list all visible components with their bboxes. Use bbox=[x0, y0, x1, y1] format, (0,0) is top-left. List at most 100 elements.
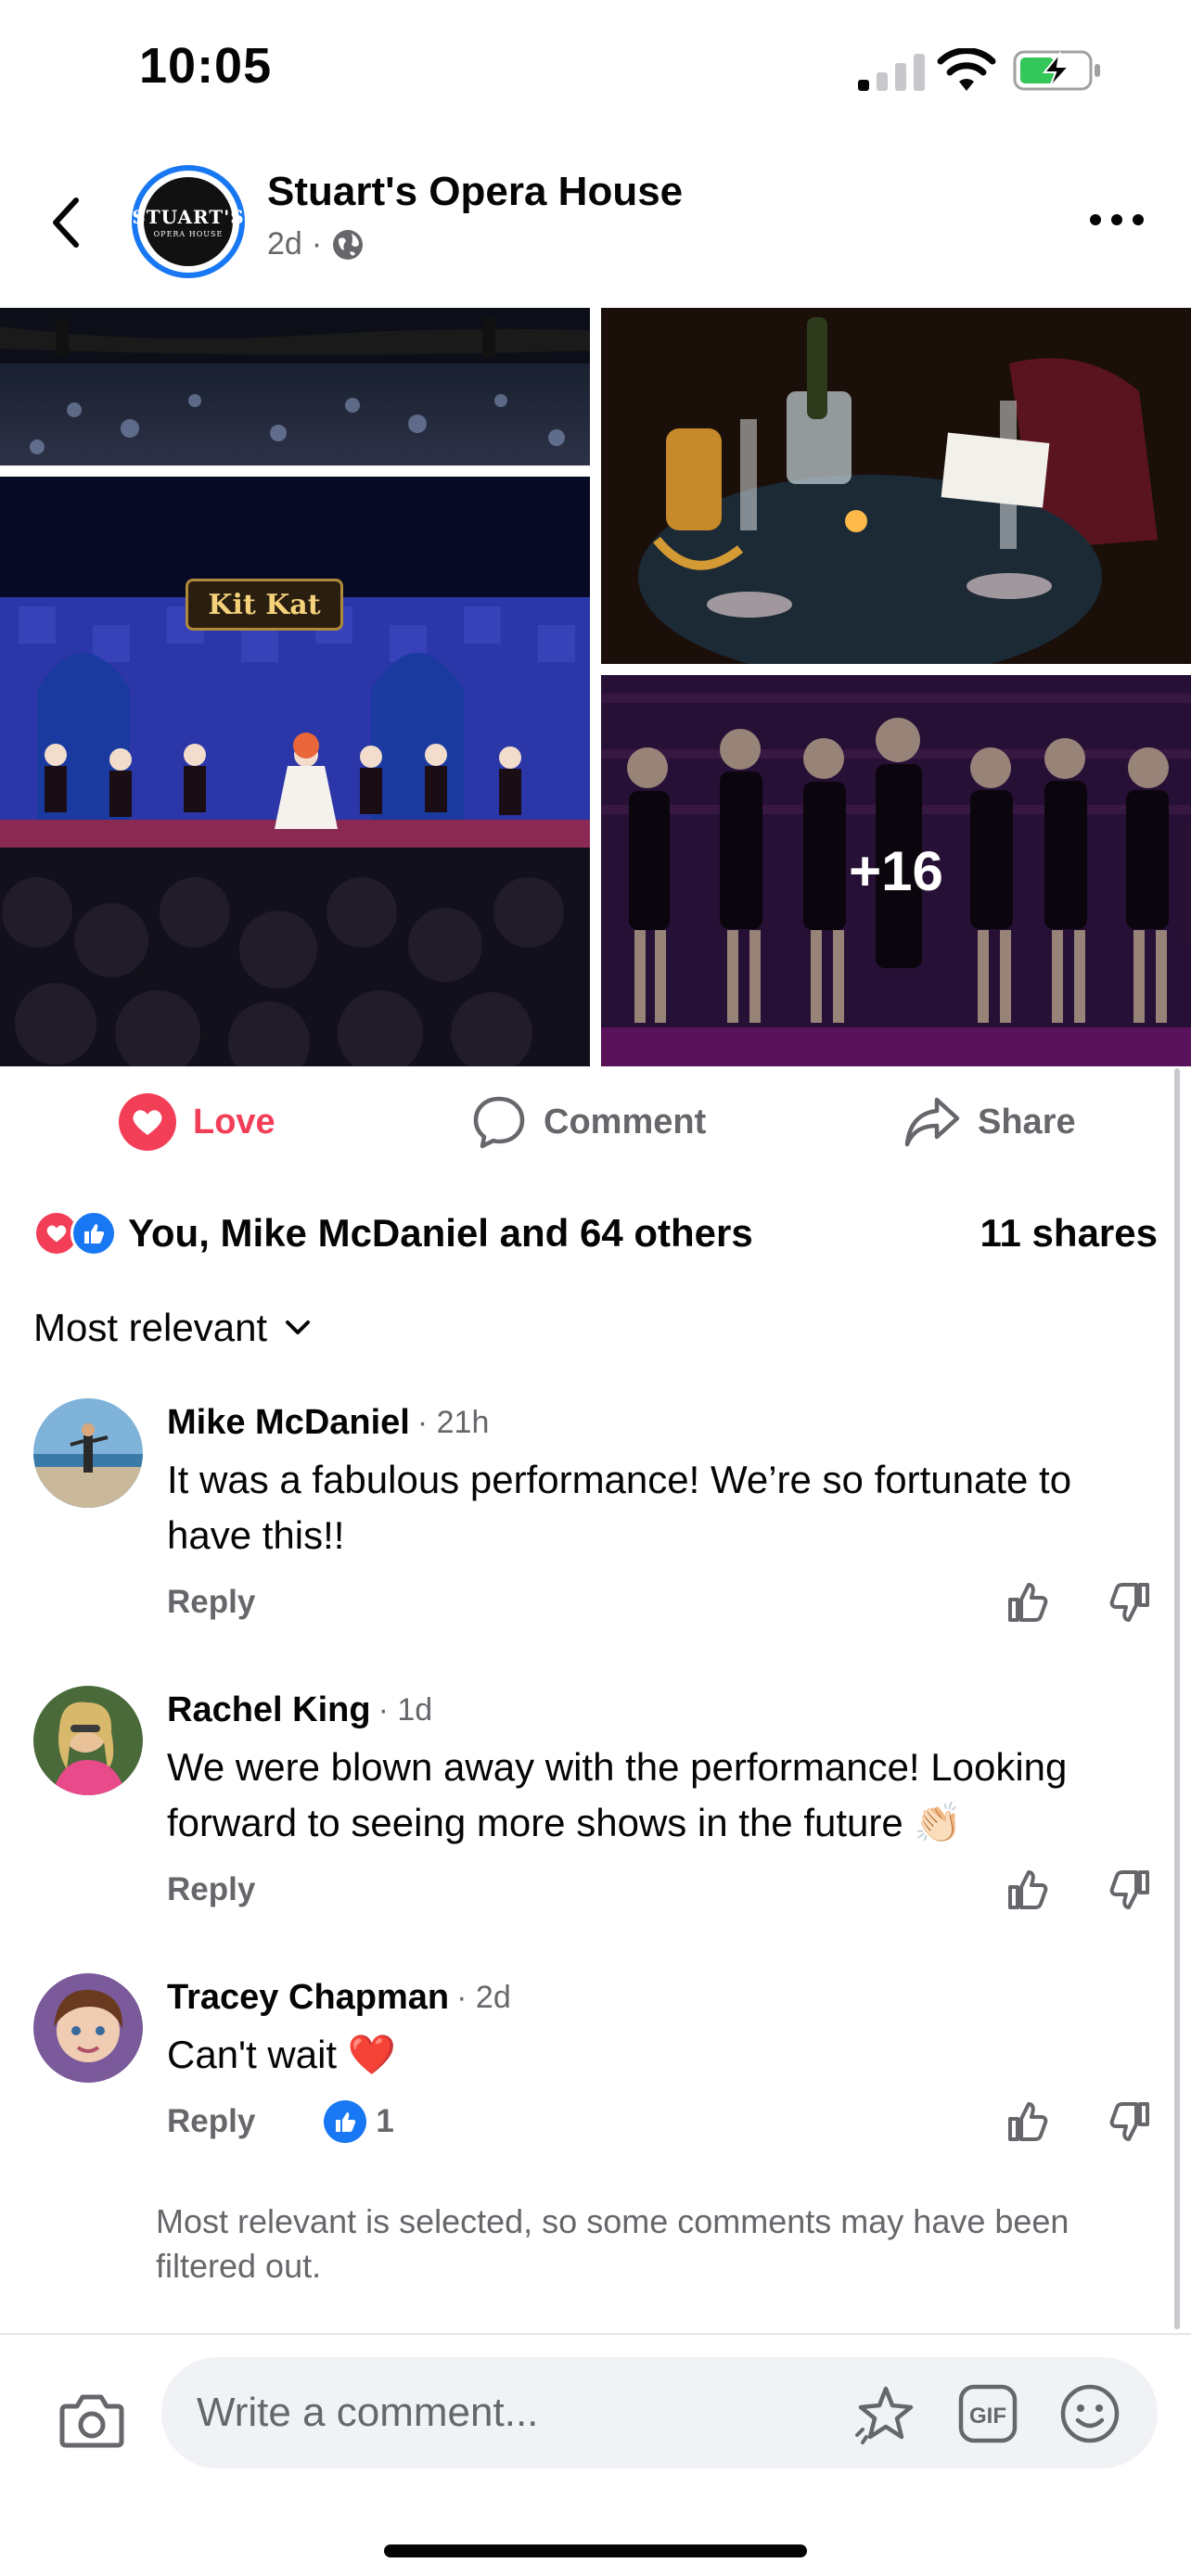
reactions-summary[interactable]: You, Mike McDaniel and 64 others 11 shar… bbox=[33, 1204, 1158, 1263]
globe-icon bbox=[333, 229, 364, 260]
comment-author[interactable]: Mike McDaniel bbox=[167, 1403, 410, 1443]
back-button[interactable] bbox=[37, 185, 93, 260]
thumbs-up-icon bbox=[1008, 1870, 1048, 1909]
love-label: Love bbox=[193, 1102, 275, 1141]
camera-button[interactable] bbox=[54, 2383, 130, 2459]
post-action-bar: Love Comment Share bbox=[0, 1076, 1191, 1168]
smiley-icon bbox=[1060, 2384, 1120, 2443]
share-arrow-icon bbox=[904, 1097, 960, 1147]
thumbs-up-icon bbox=[1008, 1583, 1048, 1622]
comment-button[interactable]: Comment bbox=[471, 1092, 706, 1152]
gif-label: GIF bbox=[969, 2404, 1006, 2429]
shares-count[interactable]: 11 shares bbox=[980, 1211, 1158, 1256]
battery-charging-icon bbox=[1013, 50, 1100, 91]
post-meta: 2d · bbox=[267, 226, 365, 262]
like-reaction-icon bbox=[70, 1210, 117, 1256]
upvote-button[interactable] bbox=[1000, 1575, 1056, 1630]
thumbs-down-icon bbox=[1109, 2102, 1149, 2141]
reply-button[interactable]: Reply bbox=[167, 2103, 255, 2140]
comment-bubble-icon bbox=[473, 1096, 525, 1149]
page-logo: STUART'S OPERA HOUSE bbox=[132, 177, 244, 266]
like-reaction-icon bbox=[324, 2100, 367, 2143]
comment-actions: Reply bbox=[167, 1575, 1158, 1630]
love-button[interactable]: Love bbox=[119, 1092, 275, 1152]
like-count-value: 1 bbox=[376, 2103, 394, 2139]
status-time: 10:05 bbox=[139, 38, 273, 94]
wifi-icon bbox=[937, 48, 996, 91]
reactions-summary-text[interactable]: You, Mike McDaniel and 64 others bbox=[128, 1211, 753, 1256]
post-photo-2[interactable] bbox=[601, 308, 1191, 664]
comment-like-count[interactable]: 1 bbox=[324, 2100, 394, 2143]
comment-text: Can't wait ❤️ bbox=[167, 2033, 397, 2076]
comment-item: Rachel King · 1d We were blown away with… bbox=[33, 1686, 1158, 1927]
comment-time: · 2d bbox=[456, 1979, 511, 2015]
commenter-avatar[interactable] bbox=[33, 1398, 143, 1508]
table-champagne-image bbox=[601, 308, 1191, 664]
comment-text: It was a fabulous performance! We’re so … bbox=[167, 1458, 1072, 1557]
reply-button[interactable]: Reply bbox=[167, 1584, 255, 1621]
commenter-avatar[interactable] bbox=[33, 1973, 143, 2083]
comment-label: Comment bbox=[544, 1102, 707, 1141]
post-photo-1[interactable] bbox=[0, 308, 590, 465]
comment-author[interactable]: Tracey Chapman bbox=[167, 1978, 449, 2018]
share-button[interactable]: Share bbox=[903, 1092, 1076, 1152]
commenter-avatar[interactable] bbox=[33, 1686, 143, 1795]
comment-item: Mike McDaniel · 21h It was a fabulous pe… bbox=[33, 1398, 1158, 1639]
comment-author-line: Tracey Chapman · 2d bbox=[167, 1973, 1158, 2021]
comment-text: We were blown away with the performance!… bbox=[167, 1745, 1068, 1844]
comment-input[interactable] bbox=[197, 2357, 790, 2468]
stage-dancers-image bbox=[0, 308, 590, 454]
upvote-button[interactable] bbox=[1000, 1862, 1056, 1918]
thumbs-down-icon bbox=[1109, 1870, 1149, 1909]
comment-time: · 1d bbox=[378, 1691, 433, 1728]
camera-icon bbox=[59, 2394, 124, 2448]
sticker-button[interactable] bbox=[855, 2383, 916, 2444]
post-photo-4[interactable]: +16 bbox=[601, 675, 1191, 1066]
comment-author[interactable]: Rachel King bbox=[167, 1690, 371, 1730]
chevron-left-icon bbox=[53, 198, 79, 248]
comment-actions: Reply bbox=[167, 1862, 1158, 1918]
kit-kat-sign: Kit Kat bbox=[186, 579, 343, 631]
reaction-icons bbox=[33, 1210, 117, 1256]
post-photo-3[interactable]: Kit Kat bbox=[0, 477, 590, 1066]
logo-subtext: OPERA HOUSE bbox=[153, 229, 224, 238]
comment-item: Tracey Chapman · 2d Can't wait ❤️ Reply … bbox=[33, 1973, 1158, 2159]
more-options-button[interactable] bbox=[1080, 197, 1154, 243]
status-bar: 10:05 bbox=[0, 0, 1191, 139]
gif-icon: GIF bbox=[958, 2384, 1018, 2443]
comment-body: Mike McDaniel · 21h It was a fabulous pe… bbox=[167, 1398, 1158, 1630]
logo-text: STUART'S bbox=[132, 205, 245, 228]
downvote-button[interactable] bbox=[1102, 1862, 1158, 1918]
sticker-icon bbox=[855, 2386, 914, 2444]
more-dots-icon bbox=[1090, 214, 1144, 225]
page-avatar[interactable]: STUART'S OPERA HOUSE bbox=[132, 165, 245, 278]
downvote-button[interactable] bbox=[1102, 2094, 1158, 2149]
comment-author-line: Rachel King · 1d bbox=[167, 1686, 1158, 1734]
comment-body: Rachel King · 1d We were blown away with… bbox=[167, 1686, 1158, 1918]
gif-button[interactable]: GIF bbox=[957, 2383, 1018, 2444]
comment-composer-bar: GIF bbox=[0, 2333, 1191, 2576]
filter-note: Most relevant is selected, so some comme… bbox=[156, 2202, 1069, 2285]
page-name[interactable]: Stuart's Opera House bbox=[267, 169, 683, 215]
comment-time: · 21h bbox=[416, 1404, 490, 1440]
comment-body: Tracey Chapman · 2d Can't wait ❤️ Reply … bbox=[167, 1973, 1158, 2149]
love-reaction-icon bbox=[119, 1093, 176, 1151]
comment-input-wrapper: GIF bbox=[161, 2357, 1158, 2468]
emoji-button[interactable] bbox=[1059, 2383, 1121, 2444]
post-header: STUART'S OPERA HOUSE Stuart's Opera Hous… bbox=[0, 148, 1191, 287]
home-indicator[interactable] bbox=[384, 2544, 807, 2557]
comment-sort-dropdown[interactable]: Most relevant bbox=[33, 1300, 312, 1356]
comment-author-line: Mike McDaniel · 21h bbox=[167, 1398, 1158, 1447]
post-age[interactable]: 2d bbox=[267, 226, 302, 262]
cellular-signal-icon bbox=[858, 54, 925, 91]
chevron-down-icon bbox=[286, 1320, 311, 1334]
meta-separator: · bbox=[311, 226, 323, 261]
share-label: Share bbox=[978, 1102, 1076, 1141]
more-photos-overlay[interactable]: +16 bbox=[601, 675, 1191, 1066]
reply-button[interactable]: Reply bbox=[167, 1871, 255, 1908]
cabaret-stage-image bbox=[0, 477, 590, 1066]
upvote-button[interactable] bbox=[1000, 2094, 1056, 2149]
scrollbar[interactable] bbox=[1174, 1068, 1180, 2329]
downvote-button[interactable] bbox=[1102, 1575, 1158, 1630]
sort-label: Most relevant bbox=[33, 1306, 268, 1349]
